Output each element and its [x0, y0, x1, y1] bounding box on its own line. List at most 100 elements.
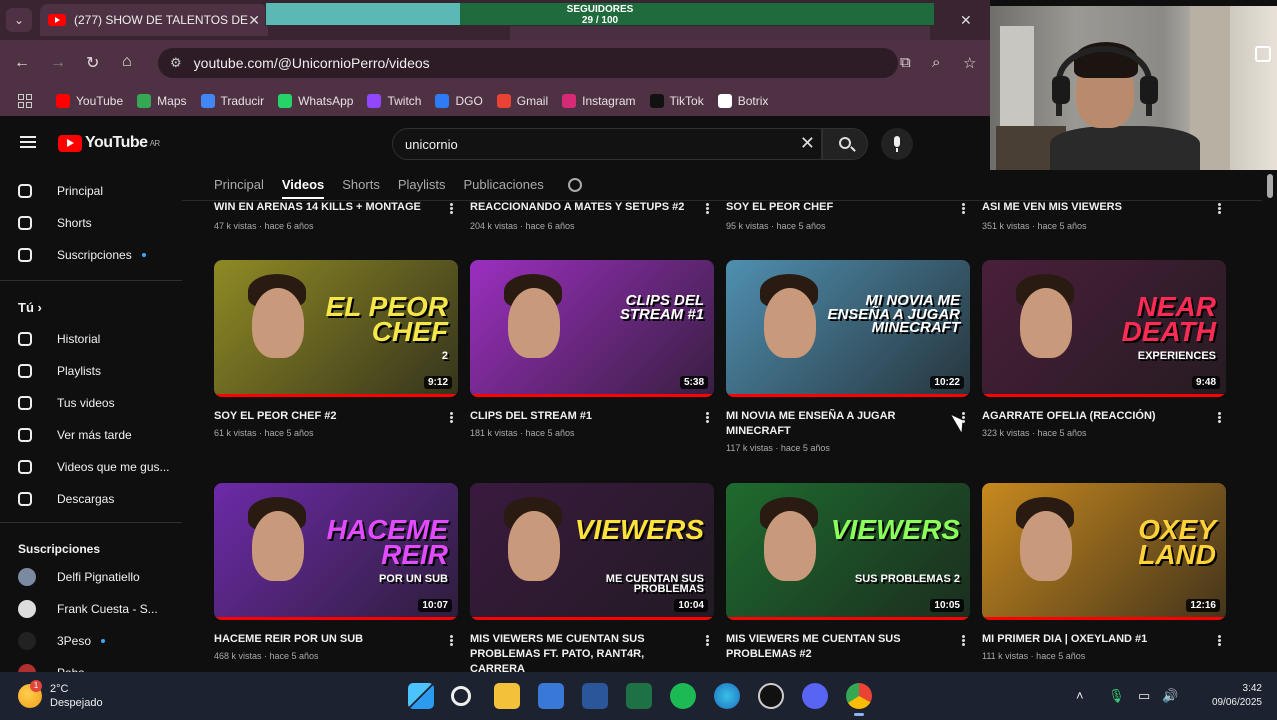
- video-thumbnail[interactable]: NEAR DEATH EXPERIENCES 9:48: [982, 260, 1226, 397]
- scrollbar-thumb[interactable]: [1267, 174, 1273, 198]
- bookmark-dgo[interactable]: DGO: [435, 94, 483, 108]
- sidebar-item-liked-videos[interactable]: Videos que me gus...: [18, 460, 170, 474]
- bookmark-whatsapp[interactable]: WhatsApp: [278, 94, 353, 108]
- tab-videos[interactable]: Videos: [281, 177, 325, 199]
- video-title[interactable]: AGARRATE OFELIA (REACCIÓN): [982, 409, 1226, 424]
- subscription-channel[interactable]: Frank Cuesta - S...: [18, 600, 158, 618]
- more-options-icon[interactable]: [706, 412, 710, 424]
- obs-icon[interactable]: [758, 683, 784, 709]
- microphone-tray-icon[interactable]: 🎙: [1108, 688, 1125, 704]
- video-card[interactable]: VIEWERS ME CUENTAN SUS PROBLEMAS 10:04 M…: [470, 483, 714, 681]
- bookmark-maps[interactable]: Maps: [137, 94, 187, 108]
- menu-hamburger-icon[interactable]: [20, 136, 36, 148]
- bookmark-twitch[interactable]: Twitch: [367, 94, 421, 108]
- video-title[interactable]: SOY EL PEOR CHEF: [726, 201, 956, 213]
- tray-overflow-chevron-icon[interactable]: ˄: [1076, 688, 1084, 703]
- sidebar-item-principal[interactable]: Principal: [18, 184, 103, 198]
- bookmark-botrix[interactable]: Botrix: [717, 94, 768, 108]
- chrome-icon[interactable]: [846, 683, 872, 709]
- address-bar[interactable]: ⚙ youtube.com/@UnicornioPerro/videos: [158, 48, 898, 78]
- more-options-icon[interactable]: [1218, 635, 1222, 647]
- channel-search-icon[interactable]: [567, 178, 582, 192]
- sidebar-item-suscripciones[interactable]: Suscripciones: [18, 248, 146, 262]
- video-card[interactable]: EL PEOR CHEF 2 9:12 SOY EL PEOR CHEF #2 …: [214, 260, 458, 438]
- video-thumbnail[interactable]: VIEWERS ME CUENTAN SUS PROBLEMAS 10:04: [470, 483, 714, 620]
- sidebar-item-playlists[interactable]: Playlists: [18, 364, 101, 378]
- video-card[interactable]: MI NOVIA ME ENSEÑA A JUGAR MINECRAFT 10:…: [726, 260, 970, 453]
- apps-grid-icon[interactable]: [18, 94, 32, 108]
- taskbar-clock[interactable]: 3:42 09/06/2025: [1196, 682, 1262, 710]
- video-title[interactable]: WIN EN ARENAS 14 KILLS + MONTAGE: [214, 201, 444, 213]
- video-title[interactable]: ASI ME VEN MIS VIEWERS: [982, 201, 1212, 213]
- page-scrollbar[interactable]: [1266, 172, 1274, 672]
- bookmark-tiktok[interactable]: TikTok: [649, 94, 704, 108]
- discord-icon[interactable]: [802, 683, 828, 709]
- video-card[interactable]: HACEME REIR POR UN SUB 10:07 HACEME REIR…: [214, 483, 458, 661]
- excel-icon[interactable]: [626, 683, 652, 709]
- more-options-icon[interactable]: [450, 635, 454, 647]
- search-button[interactable]: [822, 128, 868, 160]
- search-input[interactable]: unicornio ✕: [392, 128, 822, 160]
- tab-shorts[interactable]: Shorts: [342, 177, 380, 199]
- display-tray-icon[interactable]: ▭: [1138, 688, 1150, 704]
- video-title[interactable]: MIS VIEWERS ME CUENTAN SUS PROBLEMAS ft.…: [470, 632, 714, 677]
- sidebar-item-history[interactable]: Historial: [18, 332, 100, 346]
- word-icon[interactable]: [582, 683, 608, 709]
- volume-tray-icon[interactable]: 🔊: [1162, 688, 1178, 704]
- video-title[interactable]: MI PRIMER DIA | OXEYLAND #1: [982, 632, 1226, 647]
- microsoft-store-icon[interactable]: [538, 683, 564, 709]
- weather-widget[interactable]: 1 2°C Despejado: [18, 680, 103, 710]
- home-icon[interactable]: ⌂: [122, 53, 132, 71]
- tab2-close-icon[interactable]: ✕: [960, 12, 972, 29]
- clear-search-icon[interactable]: ✕: [800, 133, 815, 154]
- taskbar-search-icon[interactable]: [451, 686, 471, 706]
- tab-principal[interactable]: Principal: [214, 177, 264, 199]
- video-card[interactable]: OXEY LAND 12:16 MI PRIMER DIA | OXEYLAND…: [982, 483, 1226, 661]
- edge-icon[interactable]: [714, 683, 740, 709]
- video-thumbnail[interactable]: EL PEOR CHEF 2 9:12: [214, 260, 458, 397]
- sidebar-item-your-videos[interactable]: Tus videos: [18, 396, 115, 410]
- reload-icon[interactable]: ↻: [86, 53, 99, 73]
- tab-close-icon[interactable]: ✕: [248, 12, 260, 29]
- video-thumbnail[interactable]: CLIPS DEL STREAM #1 5:38: [470, 260, 714, 397]
- video-thumbnail[interactable]: MI NOVIA ME ENSEÑA A JUGAR MINECRAFT 10:…: [726, 260, 970, 397]
- video-title[interactable]: SOY EL PEOR CHEF #2: [214, 409, 458, 424]
- more-options-icon[interactable]: [706, 635, 710, 647]
- sidebar-item-watch-later[interactable]: Ver más tarde: [18, 428, 132, 442]
- spotify-icon[interactable]: [670, 683, 696, 709]
- video-title[interactable]: REACCIONANDO A MATES Y SETUPS #2: [470, 201, 700, 213]
- bookmark-traducir[interactable]: Traducir: [200, 94, 264, 108]
- video-card[interactable]: CLIPS DEL STREAM #1 5:38 CLIPS DEL STREA…: [470, 260, 714, 438]
- video-thumbnail[interactable]: VIEWERS SUS PROBLEMAS 2 10:05: [726, 483, 970, 620]
- sidebar-you-header[interactable]: Tú ›: [18, 300, 42, 315]
- forward-arrow-icon[interactable]: →: [50, 54, 66, 72]
- tab-search-chevron-icon[interactable]: ⌄: [6, 8, 32, 32]
- windows-start-icon[interactable]: [408, 683, 434, 709]
- zoom-icon[interactable]: ⌕: [932, 54, 940, 71]
- more-options-icon[interactable]: [450, 203, 454, 215]
- video-thumbnail[interactable]: HACEME REIR POR UN SUB 10:07: [214, 483, 458, 620]
- subscription-channel[interactable]: Delfi Pignatiello: [18, 568, 140, 586]
- more-options-icon[interactable]: [962, 635, 966, 647]
- video-title[interactable]: MI NOVIA ME ENSEÑA A JUGAR MINECRAFT: [726, 409, 970, 439]
- more-options-icon[interactable]: [962, 203, 966, 215]
- back-arrow-icon[interactable]: ←: [14, 54, 30, 72]
- bookmark-star-icon[interactable]: ☆: [963, 54, 976, 72]
- video-title[interactable]: CLIPS DEL STREAM #1: [470, 409, 714, 424]
- file-explorer-icon[interactable]: [494, 683, 520, 709]
- site-info-icon[interactable]: ⚙: [170, 55, 182, 71]
- install-app-icon[interactable]: ⧉: [900, 54, 911, 71]
- bookmark-youtube[interactable]: YouTube: [56, 94, 123, 108]
- subscription-channel[interactable]: 3Peso: [18, 632, 106, 650]
- video-title[interactable]: HACEME REIR POR UN SUB: [214, 632, 458, 647]
- video-title[interactable]: MIS VIEWERS ME CUENTAN SUS PROBLEMAS #2: [726, 632, 970, 662]
- bookmark-instagram[interactable]: Instagram: [562, 94, 636, 108]
- video-card[interactable]: VIEWERS SUS PROBLEMAS 2 10:05 MIS VIEWER…: [726, 483, 970, 666]
- more-options-icon[interactable]: [1218, 412, 1222, 424]
- sidebar-item-downloads[interactable]: Descargas: [18, 492, 114, 506]
- more-options-icon[interactable]: [706, 203, 710, 215]
- voice-search-mic-icon[interactable]: [881, 128, 913, 160]
- tab-publicaciones[interactable]: Publicaciones: [464, 177, 544, 199]
- sidebar-item-shorts[interactable]: Shorts: [18, 216, 92, 230]
- youtube-logo[interactable]: YouTube AR: [58, 134, 160, 152]
